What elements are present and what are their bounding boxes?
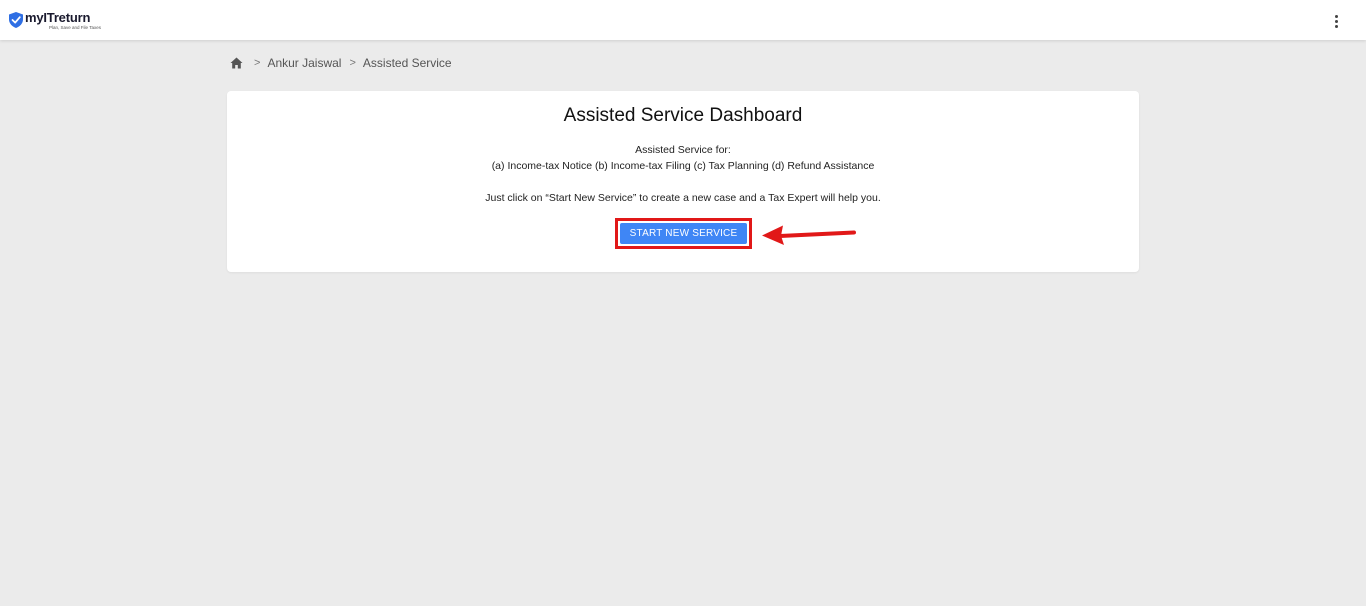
start-new-service-button[interactable]: START NEW SERVICE: [620, 223, 747, 244]
instruction-text: Just click on “Start New Service” to cre…: [485, 192, 881, 204]
logo-tagline: Plan, Save and File Taxes: [49, 25, 101, 30]
arrow-left-icon: [762, 225, 856, 245]
services-intro: Assisted Service for:: [635, 144, 731, 156]
breadcrumb-separator: >: [349, 57, 356, 69]
highlight-box: START NEW SERVICE: [615, 218, 752, 249]
logo[interactable]: myITreturn Plan, Save and File Taxes: [9, 11, 101, 30]
breadcrumb-separator: >: [254, 57, 261, 69]
shield-check-icon: [9, 12, 23, 28]
home-icon[interactable]: [230, 57, 243, 69]
dashboard-card: Assisted Service Dashboard Assisted Serv…: [227, 91, 1139, 272]
page-title: Assisted Service Dashboard: [563, 105, 803, 126]
breadcrumb-item-user[interactable]: Ankur Jaiswal: [267, 56, 341, 70]
logo-name: myITreturn: [25, 10, 91, 25]
breadcrumb: > Ankur Jaiswal > Assisted Service: [230, 55, 460, 71]
more-vertical-icon[interactable]: [1327, 12, 1345, 30]
top-app-bar: myITreturn Plan, Save and File Taxes: [0, 0, 1366, 40]
breadcrumb-item-current: Assisted Service: [362, 56, 452, 70]
services-list: (a) Income-tax Notice (b) Income-tax Fil…: [491, 160, 875, 172]
